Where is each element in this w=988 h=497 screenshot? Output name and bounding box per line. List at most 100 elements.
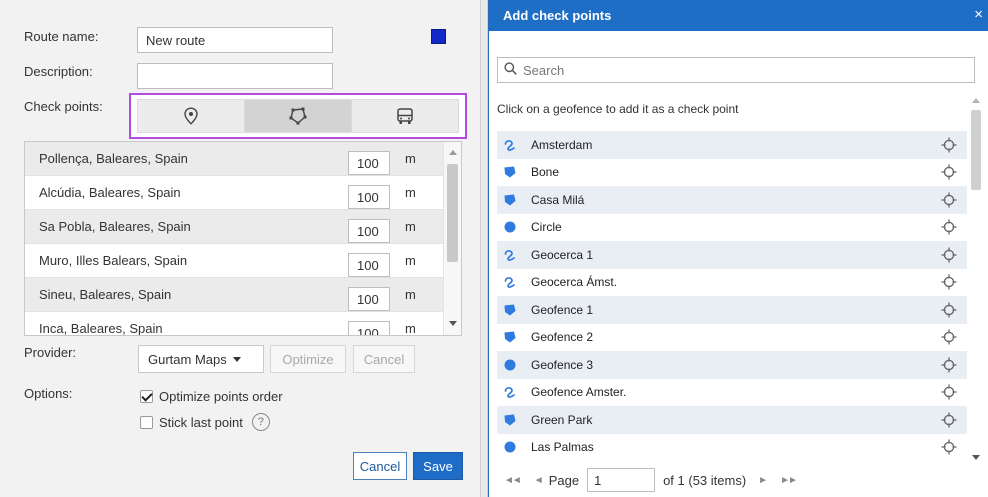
check-point-name: Muro, Illes Balears, Spain xyxy=(39,253,188,268)
scroll-up-arrow-icon[interactable] xyxy=(449,150,457,155)
provider-value: Gurtam Maps xyxy=(148,351,227,367)
page-label: Page xyxy=(548,472,580,488)
locate-target-icon[interactable] xyxy=(941,219,957,235)
geofence-row[interactable]: Geofence 2 xyxy=(497,323,967,351)
stick-last-point-option[interactable]: Stick last point ? xyxy=(140,413,270,431)
locate-target-icon[interactable] xyxy=(941,302,957,318)
options-label: Options: xyxy=(24,386,73,401)
locate-target-icon[interactable] xyxy=(941,192,957,208)
locate-target-icon[interactable] xyxy=(941,439,957,455)
radius-unit-label: m xyxy=(405,253,416,268)
check-point-radius-input[interactable]: 100 xyxy=(348,253,390,277)
check-point-radius-input[interactable]: 100 xyxy=(348,185,390,209)
check-point-row[interactable]: Pollença, Baleares, Spain 100 m xyxy=(25,142,461,176)
page-number-input[interactable] xyxy=(587,468,656,492)
radius-unit-label: m xyxy=(405,219,416,234)
geofence-name: Geofence 3 xyxy=(531,357,594,372)
geofence-row[interactable]: Geofence 3 xyxy=(497,351,967,379)
mode-tab-point[interactable] xyxy=(137,99,245,133)
prev-page-icon[interactable]: ◄ xyxy=(534,475,544,486)
geofence-row[interactable]: Geofence Amster. xyxy=(497,378,967,406)
last-page-icon[interactable]: ►► xyxy=(780,475,798,486)
polygon-geofence-icon xyxy=(289,107,307,125)
check-point-radius-input[interactable]: 100 xyxy=(348,321,390,335)
provider-label: Provider: xyxy=(24,345,77,360)
check-points-scrollbar[interactable] xyxy=(443,142,461,335)
check-point-row[interactable]: Sa Pobla, Baleares, Spain 100 m xyxy=(25,210,461,244)
locate-target-icon[interactable] xyxy=(941,164,957,180)
geofence-name: Casa Milá xyxy=(531,192,585,207)
scroll-down-arrow-icon[interactable] xyxy=(449,321,457,326)
help-icon[interactable]: ? xyxy=(251,413,270,431)
check-point-row[interactable]: Muro, Illes Balears, Spain 100 m xyxy=(25,244,461,278)
geofence-search[interactable] xyxy=(497,57,975,83)
mode-tab-unit[interactable] xyxy=(352,99,459,133)
search-input[interactable] xyxy=(521,61,941,79)
locate-target-icon[interactable] xyxy=(941,329,957,345)
geofence-name: Geofence 1 xyxy=(531,302,594,317)
geofence-row[interactable]: Geofence 1 xyxy=(497,296,967,324)
check-point-name: Inca, Baleares, Spain xyxy=(39,321,163,336)
scroll-thumb[interactable] xyxy=(447,164,458,262)
check-point-row[interactable]: Alcúdia, Baleares, Spain 100 m xyxy=(25,176,461,210)
stick-last-point-checkbox[interactable] xyxy=(140,415,153,429)
polygon-geofence-icon xyxy=(503,303,517,317)
scroll-thumb[interactable] xyxy=(971,110,981,190)
geofence-row[interactable]: Casa Milá xyxy=(497,186,967,214)
dialog-title: Add check points xyxy=(503,8,612,23)
circle-geofence-icon xyxy=(503,440,517,454)
check-point-row[interactable]: Inca, Baleares, Spain 100 m xyxy=(25,312,461,336)
locate-target-icon[interactable] xyxy=(941,247,957,263)
geofence-name: Geofence 2 xyxy=(531,330,594,345)
locate-target-icon[interactable] xyxy=(941,357,957,373)
locate-target-icon[interactable] xyxy=(941,137,957,153)
provider-select[interactable]: Gurtam Maps xyxy=(138,345,264,373)
description-input[interactable] xyxy=(137,63,333,89)
check-point-radius-input[interactable]: 100 xyxy=(348,219,390,243)
geofence-scrollbar[interactable] xyxy=(969,94,983,466)
check-point-radius-input[interactable]: 100 xyxy=(348,151,390,175)
page-of-text: of 1 (53 items) xyxy=(663,472,747,488)
route-name-label: Route name: xyxy=(24,29,99,44)
check-point-row[interactable]: Sineu, Baleares, Spain 100 m xyxy=(25,278,461,312)
locate-target-icon[interactable] xyxy=(941,412,957,428)
geofence-row[interactable]: Geocerca Ámst. xyxy=(497,268,967,296)
optimize-points-order-checkbox[interactable] xyxy=(140,390,153,403)
geofence-row[interactable]: Geocerca 1 xyxy=(497,241,967,269)
provider-cancel-button[interactable]: Cancel xyxy=(353,345,415,373)
location-pin-icon xyxy=(183,107,199,125)
geofence-name: Geofence Amster. xyxy=(531,385,627,400)
circle-geofence-icon xyxy=(503,358,517,372)
route-color-swatch[interactable] xyxy=(431,29,446,44)
save-button[interactable]: Save xyxy=(413,452,463,480)
geofence-name: Amsterdam xyxy=(531,137,593,152)
close-icon[interactable]: × xyxy=(974,7,983,22)
radius-unit-label: m xyxy=(405,185,416,200)
add-check-points-dialog: Add check points × Click on a geofence t… xyxy=(488,0,988,497)
geofence-row[interactable]: Bone xyxy=(497,158,967,186)
radius-unit-label: m xyxy=(405,321,416,336)
panel-divider xyxy=(480,0,488,497)
next-page-icon[interactable]: ► xyxy=(758,475,768,486)
geofence-row[interactable]: Amsterdam xyxy=(497,131,967,159)
geofence-row[interactable]: Las Palmas xyxy=(497,433,967,461)
geofence-row[interactable]: Circle xyxy=(497,213,967,241)
geofence-row[interactable]: Green Park xyxy=(497,406,967,434)
scroll-down-arrow-icon[interactable] xyxy=(972,455,980,460)
route-name-input[interactable]: New route xyxy=(137,27,333,53)
mode-tab-geofence[interactable] xyxy=(245,99,352,133)
first-page-icon[interactable]: ◄◄ xyxy=(504,475,522,486)
optimize-button[interactable]: Optimize xyxy=(270,345,346,373)
bus-icon xyxy=(396,107,414,125)
scroll-up-arrow-icon[interactable] xyxy=(972,98,980,103)
polygon-geofence-icon xyxy=(503,413,517,427)
geofence-list: Amsterdam Bone Casa Milá Circle Geocerca 1 Ge… xyxy=(497,131,967,461)
optimize-points-order-label: Optimize points order xyxy=(159,389,283,404)
check-point-radius-input[interactable]: 100 xyxy=(348,287,390,311)
geofence-name: Circle xyxy=(531,220,562,235)
locate-target-icon[interactable] xyxy=(941,274,957,290)
check-point-mode-selector xyxy=(129,93,467,139)
cancel-button[interactable]: Cancel xyxy=(353,452,407,480)
optimize-points-order-option[interactable]: Optimize points order xyxy=(140,389,283,404)
locate-target-icon[interactable] xyxy=(941,384,957,400)
